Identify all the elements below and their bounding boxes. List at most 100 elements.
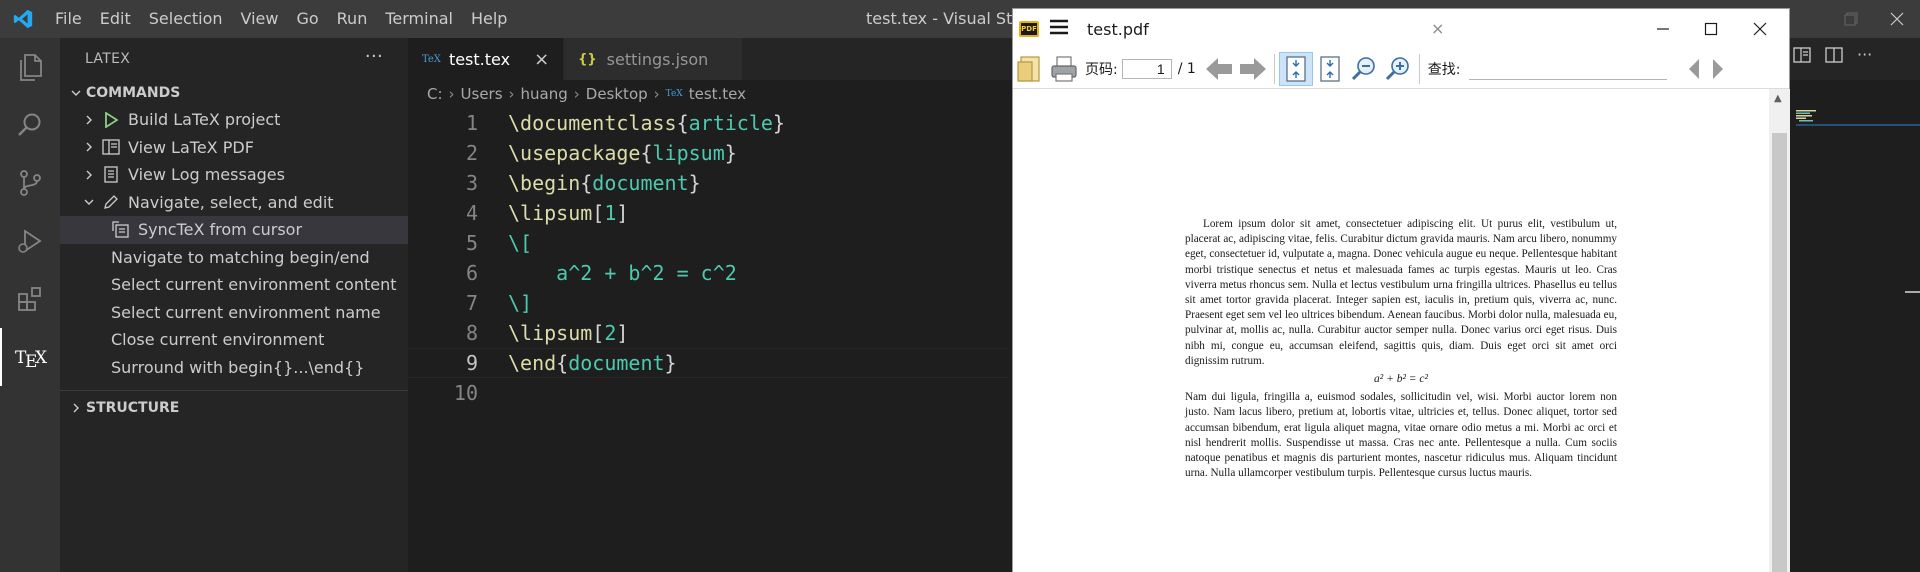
sidebar-subitem-close-env[interactable]: Close current environment <box>60 326 408 354</box>
tex-file-icon: TeX <box>665 89 683 99</box>
activity-bar: TEX <box>0 38 60 572</box>
close-icon[interactable]: × <box>534 49 549 70</box>
tab-test-tex[interactable]: TeX test.tex × <box>408 38 565 80</box>
code-text: \] <box>508 291 533 315</box>
close-window-icon[interactable] <box>1730 9 1790 49</box>
menu-selection[interactable]: Selection <box>140 0 232 38</box>
fit-page-icon[interactable] <box>1278 51 1313 86</box>
sidebar-item-label: Build LaTeX project <box>128 110 281 130</box>
zoom-out-icon[interactable] <box>1347 52 1381 86</box>
sidebar-item-label: Select current environment content <box>111 275 397 295</box>
sidebar-item-log[interactable]: View Log messages <box>60 161 408 189</box>
print-icon[interactable] <box>1047 52 1081 86</box>
code-line[interactable]: 1 \documentclass{article} <box>408 108 1008 138</box>
menu-file[interactable]: File <box>46 0 91 38</box>
sidebar-item-label: Select current environment name <box>111 302 381 322</box>
synctex-icon <box>110 220 132 240</box>
view-pdf-icon[interactable] <box>1793 46 1811 68</box>
sidebar-item-view-pdf[interactable]: View LaTeX PDF <box>60 134 408 162</box>
pdf-paragraph: Lorem ipsum dolor sit amet, consectetuer… <box>1185 218 1617 367</box>
breadcrumb-item[interactable]: test.tex <box>689 85 746 103</box>
code-text: \begin{document} <box>508 171 701 195</box>
sidebar-item-build[interactable]: Build LaTeX project <box>60 106 408 134</box>
sidebar-item-label: Navigate, select, and edit <box>128 192 334 212</box>
breadcrumb-item[interactable]: C: <box>427 85 443 103</box>
sidebar-subitem-select-content[interactable]: Select current environment content <box>60 271 408 299</box>
close-window-icon[interactable] <box>1874 0 1920 38</box>
zoom-in-icon[interactable] <box>1381 52 1415 86</box>
find-previous-icon[interactable] <box>1677 52 1711 86</box>
line-number: 8 <box>465 321 478 345</box>
sidebar-subitem-navigate-match[interactable]: Navigate to matching begin/end <box>60 244 408 272</box>
sidebar-subitem-synctex[interactable]: SyncTeX from cursor <box>60 216 408 244</box>
breadcrumb-item[interactable]: Users <box>461 85 503 103</box>
run-debug-icon[interactable] <box>0 212 60 270</box>
more-actions-icon[interactable]: ··· <box>1857 46 1872 68</box>
scrollbar-thumb[interactable] <box>1772 133 1787 572</box>
pdf-toolbar: 页码: 1 / 1 查找: <box>1013 49 1789 89</box>
line-number: 7 <box>465 291 478 315</box>
window-controls <box>1828 0 1920 38</box>
code-line[interactable]: 5 \[ <box>408 228 1008 258</box>
previous-page-icon[interactable] <box>1202 52 1236 86</box>
open-file-icon[interactable] <box>1013 52 1047 86</box>
code-text: \end{document} <box>508 351 677 375</box>
latex-sidebar: LATEX ··· COMMANDS Build LaTeX project V… <box>60 38 408 572</box>
code-line[interactable]: 4 \lipsum[1] <box>408 198 1008 228</box>
hamburger-menu-icon[interactable] <box>1049 19 1069 39</box>
sidebar-item-navigate[interactable]: Navigate, select, and edit <box>60 189 408 217</box>
code-line[interactable]: 10 <box>408 378 1008 408</box>
next-page-icon[interactable] <box>1236 52 1270 86</box>
menu-go[interactable]: Go <box>287 0 327 38</box>
menu-help[interactable]: Help <box>462 0 516 38</box>
line-number: 9 <box>465 351 478 375</box>
minimap[interactable] <box>1796 108 1920 128</box>
menu-terminal[interactable]: Terminal <box>376 0 462 38</box>
menu-bar: File Edit Selection View Go Run Terminal… <box>46 0 516 38</box>
fit-width-icon[interactable] <box>1313 52 1347 86</box>
code-line[interactable]: 6 a^2 + b^2 = c^2 <box>408 258 1008 288</box>
find-input[interactable] <box>1468 58 1667 80</box>
editor-actions: ··· <box>1793 46 1872 68</box>
page-total: / 1 <box>1177 60 1196 77</box>
close-tab-icon[interactable]: × <box>1431 19 1444 38</box>
breadcrumb-item[interactable]: Desktop <box>586 85 648 103</box>
find-next-icon[interactable] <box>1711 52 1725 86</box>
code-line[interactable]: 2 \usepackage{lipsum} <box>408 138 1008 168</box>
more-actions-icon[interactable]: ··· <box>365 46 383 67</box>
sidebar-title: LATEX <box>85 51 131 67</box>
breadcrumb-item[interactable]: huang <box>521 85 568 103</box>
code-line[interactable]: 8 \lipsum[2] <box>408 318 1008 348</box>
search-icon[interactable] <box>0 96 60 154</box>
code-line[interactable]: 7 \] <box>408 288 1008 318</box>
extensions-icon[interactable] <box>0 270 60 328</box>
pdf-tab-title[interactable]: test.pdf <box>1087 20 1149 39</box>
structure-section-header[interactable]: STRUCTURE <box>60 395 408 421</box>
menu-edit[interactable]: Edit <box>91 0 140 38</box>
code-line[interactable]: 3 \begin{document} <box>408 168 1008 198</box>
chevron-right-icon: › <box>653 85 660 103</box>
commands-section-header[interactable]: COMMANDS <box>60 80 408 106</box>
line-number: 6 <box>465 261 478 285</box>
code-line[interactable]: 9 \end{document} <box>408 348 1008 378</box>
restore-icon[interactable] <box>1828 0 1874 38</box>
explorer-icon[interactable] <box>0 38 60 96</box>
pdf-page-view[interactable]: Lorem ipsum dolor sit amet, consectetuer… <box>1013 89 1769 572</box>
split-editor-icon[interactable] <box>1825 46 1843 68</box>
pdf-scrollbar[interactable]: ▲ <box>1769 89 1790 572</box>
sidebar-subitem-select-name[interactable]: Select current environment name <box>60 299 408 327</box>
tex-icon[interactable]: TEX <box>0 328 60 386</box>
code-text: \usepackage{lipsum} <box>508 141 737 165</box>
scroll-up-icon[interactable]: ▲ <box>1774 93 1782 104</box>
line-number: 10 <box>453 381 478 405</box>
sidebar-subitem-surround[interactable]: Surround with begin{}...\end{} <box>60 354 408 382</box>
code-editor[interactable]: 1 \documentclass{article} 2 \usepackage{lip… <box>408 108 1008 408</box>
source-control-icon[interactable] <box>0 154 60 212</box>
pdf-page-text: Lorem ipsum dolor sit amet, consectetuer… <box>1185 217 1617 481</box>
line-number: 1 <box>465 111 478 135</box>
page-number-input[interactable]: 1 <box>1121 58 1172 79</box>
sidebar-item-label: Close current environment <box>111 330 325 350</box>
menu-run[interactable]: Run <box>328 0 377 38</box>
tab-settings-json[interactable]: {} settings.json <box>564 38 744 80</box>
menu-view[interactable]: View <box>232 0 288 38</box>
